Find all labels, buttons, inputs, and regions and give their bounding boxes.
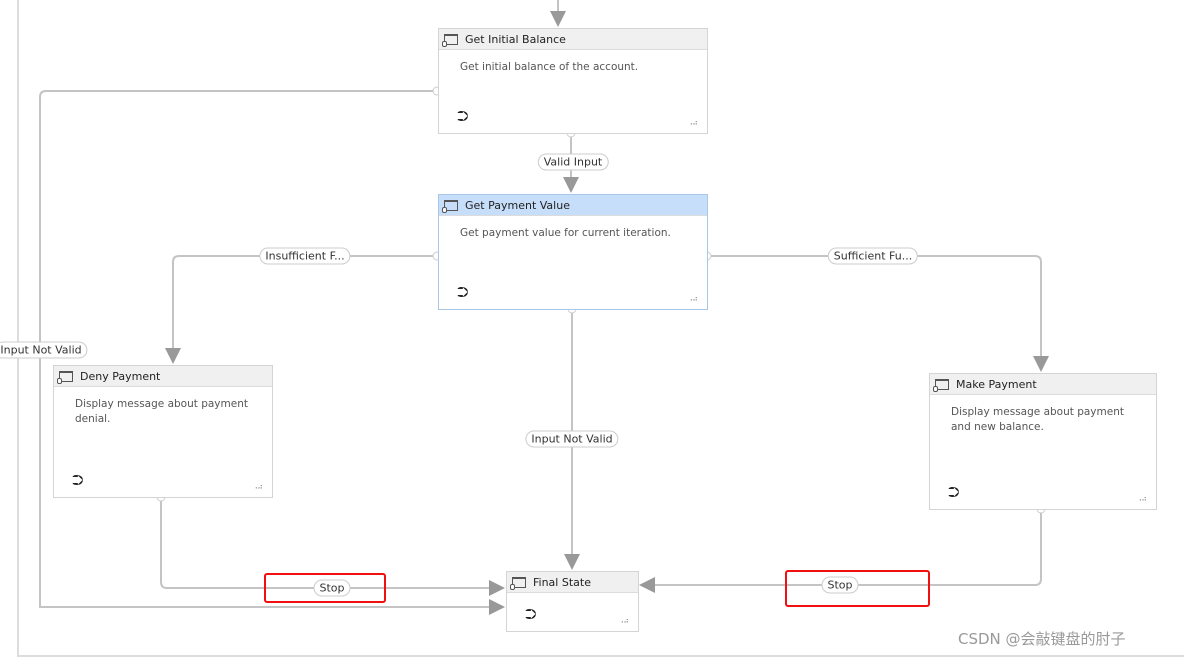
entry-icon[interactable]: ⮊ <box>72 471 83 489</box>
resize-grip-icon[interactable]: ⠠⠴ <box>252 482 263 491</box>
state-final-state[interactable]: Final State ⮊ ⠠⠴ <box>506 571 639 632</box>
entry-icon[interactable]: ⮊ <box>525 605 536 623</box>
transition-input-not-valid-center[interactable]: Input Not Valid <box>525 430 619 448</box>
entry-icon[interactable]: ⮊ <box>948 483 959 501</box>
state-description: Get payment value for current iteration. <box>460 227 671 239</box>
highlight-box-stop-left <box>264 573 386 603</box>
state-icon <box>57 370 73 384</box>
state-description: Get initial balance of the account. <box>460 61 639 73</box>
state-get-payment-value[interactable]: Get Payment Value Get payment value for … <box>438 194 708 310</box>
resize-grip-icon[interactable]: ⠠⠴ <box>1136 494 1147 503</box>
state-icon <box>442 33 458 47</box>
transition-sufficient-funds[interactable]: Sufficient Fu... <box>827 247 919 265</box>
state-description: Display message about payment denial. <box>75 398 248 425</box>
entry-icon[interactable]: ⮊ <box>457 107 468 125</box>
resize-grip-icon[interactable]: ⠠⠴ <box>687 294 698 303</box>
state-title: Get Payment Value <box>465 198 570 212</box>
transition-valid-input[interactable]: Valid Input <box>537 153 609 171</box>
watermark: CSDN @会敲键盘的肘子 <box>958 630 1126 648</box>
final-state-icon <box>510 576 526 590</box>
state-title: Make Payment <box>956 377 1037 391</box>
state-title: Get Initial Balance <box>465 32 566 46</box>
transition-input-not-valid-left[interactable]: Input Not Valid <box>0 341 88 359</box>
highlight-box-stop-right <box>785 570 930 607</box>
state-get-initial-balance[interactable]: Get Initial Balance Get initial balance … <box>438 28 708 134</box>
state-make-payment[interactable]: Make Payment Display message about payme… <box>929 373 1157 510</box>
state-title: Deny Payment <box>80 369 161 383</box>
state-description: Display message about payment and new ba… <box>951 406 1124 433</box>
entry-icon[interactable]: ⮊ <box>457 283 468 301</box>
state-icon <box>933 378 949 392</box>
resize-grip-icon[interactable]: ⠠⠴ <box>687 118 698 127</box>
state-icon <box>442 199 458 213</box>
transition-insufficient-funds[interactable]: Insufficient F... <box>259 247 351 265</box>
state-title: Final State <box>533 575 591 589</box>
state-deny-payment[interactable]: Deny Payment Display message about payme… <box>53 365 273 498</box>
resize-grip-icon[interactable]: ⠠⠴ <box>618 616 629 625</box>
